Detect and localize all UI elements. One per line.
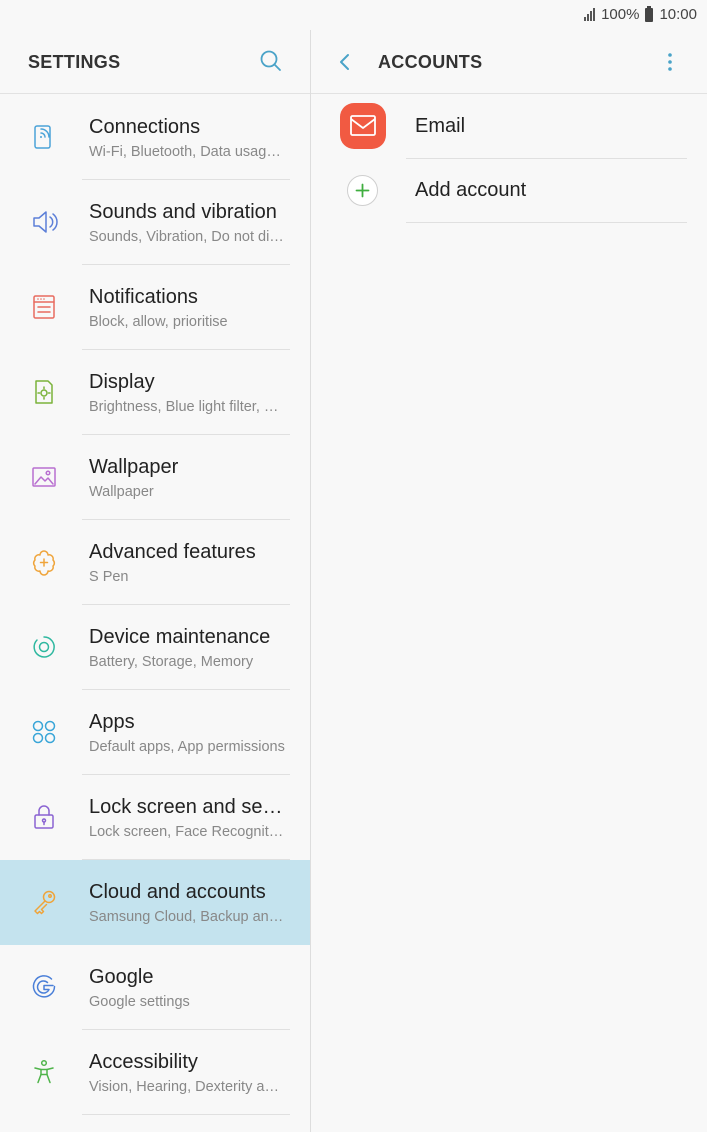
account-item-label: Add account <box>415 179 527 201</box>
accessibility-icon <box>28 1056 60 1088</box>
key-icon <box>28 886 60 918</box>
settings-item-subtitle: Default apps, App permissions <box>89 739 285 755</box>
settings-item-title: Apps <box>89 711 135 733</box>
email-icon <box>340 103 386 149</box>
settings-item-subtitle: Wallpaper <box>89 484 154 500</box>
chevron-left-icon <box>340 54 349 70</box>
settings-item-title: Google <box>89 966 154 988</box>
settings-item-title: Connections <box>89 116 201 138</box>
settings-item-cloud-and-accounts[interactable]: Cloud and accounts Samsung Cloud, Backup … <box>0 860 310 945</box>
settings-item-title: Cloud and accounts <box>89 881 266 903</box>
settings-item-title: Lock screen and security <box>89 796 287 818</box>
account-item-label: Email <box>415 115 466 137</box>
settings-item-title: Sounds and vibration <box>89 201 277 223</box>
settings-title: SETTINGS <box>28 52 121 72</box>
settings-item-subtitle: Sounds, Vibration, Do not disturb <box>89 229 285 245</box>
lock-icon <box>28 801 60 833</box>
settings-item-title: Display <box>89 371 155 393</box>
settings-item-apps[interactable]: Apps Default apps, App permissions <box>0 690 310 775</box>
settings-item-subtitle: S Pen <box>89 569 129 585</box>
settings-item-title: Accessibility <box>89 1051 198 1073</box>
settings-item-subtitle: Wi-Fi, Bluetooth, Data usage, Flight mod… <box>89 144 285 160</box>
status-indicators: 100% 10:00 <box>584 5 697 23</box>
settings-item-accessibility[interactable]: Accessibility Vision, Hearing, Dexterity … <box>0 1030 310 1115</box>
settings-item-advanced-features[interactable]: Advanced features S Pen <box>0 520 310 605</box>
google-icon <box>28 971 60 1003</box>
search-button[interactable] <box>255 46 287 78</box>
advanced-features-icon <box>28 546 60 578</box>
settings-item-title: Advanced features <box>89 541 256 563</box>
more-options-button[interactable] <box>656 48 684 76</box>
accounts-title: ACCOUNTS <box>378 52 483 72</box>
divider <box>406 222 687 223</box>
settings-list: Connections Wi-Fi, Bluetooth, Data usage,… <box>0 95 310 1115</box>
notifications-icon <box>28 291 60 323</box>
connections-icon <box>28 121 60 153</box>
settings-item-subtitle: Samsung Cloud, Backup and restore <box>89 909 285 925</box>
settings-item-subtitle: Battery, Storage, Memory <box>89 654 254 670</box>
settings-item-device-maintenance[interactable]: Device maintenance Battery, Storage, Memo… <box>0 605 310 690</box>
back-button[interactable] <box>331 48 359 76</box>
search-icon <box>260 50 281 71</box>
speaker-icon <box>28 206 60 238</box>
status-bar: 100% 10:00 <box>0 0 707 30</box>
accounts-header: ACCOUNTS <box>311 30 707 94</box>
apps-icon <box>28 716 60 748</box>
settings-item-connections[interactable]: Connections Wi-Fi, Bluetooth, Data usage,… <box>0 95 310 180</box>
settings-item-subtitle: Lock screen, Face Recognition, Fingerpri… <box>89 824 285 840</box>
settings-header: SETTINGS <box>0 30 310 94</box>
settings-item-title: Wallpaper <box>89 456 179 478</box>
plus-icon <box>347 175 378 206</box>
settings-pane: SETTINGS Connections Wi-Fi, Bluetooth, Da… <box>0 30 310 1132</box>
settings-item-title: Device maintenance <box>89 626 271 648</box>
accounts-pane: ACCOUNTS Email Add account <box>311 30 707 1132</box>
clock: 10:00 <box>659 6 697 23</box>
divider <box>82 1114 290 1115</box>
wallpaper-icon <box>28 461 60 493</box>
settings-item-display[interactable]: Display Brightness, Blue light filter, Ho… <box>0 350 310 435</box>
settings-item-sounds-and-vibration[interactable]: Sounds and vibration Sounds, Vibration, D… <box>0 180 310 265</box>
account-item-email[interactable]: Email <box>311 95 707 159</box>
signal-icon <box>584 8 596 21</box>
battery-icon <box>645 5 654 22</box>
display-icon <box>28 376 60 408</box>
settings-item-subtitle: Google settings <box>89 994 190 1010</box>
settings-item-subtitle: Vision, Hearing, Dexterity and interacti… <box>89 1079 285 1095</box>
settings-item-subtitle: Block, allow, prioritise <box>89 314 228 330</box>
settings-item-lock-screen-and-security[interactable]: Lock screen and security Lock screen, Fac… <box>0 775 310 860</box>
battery-percent: 100% <box>601 6 640 23</box>
settings-item-notifications[interactable]: Notifications Block, allow, prioritise <box>0 265 310 350</box>
settings-item-wallpaper[interactable]: Wallpaper Wallpaper <box>0 435 310 520</box>
more-vert-icon <box>668 53 672 71</box>
device-maintenance-icon <box>28 631 60 663</box>
settings-item-subtitle: Brightness, Blue light filter, Home scre… <box>89 399 285 415</box>
add-account-button[interactable]: Add account <box>311 159 707 223</box>
settings-item-title: Notifications <box>89 286 198 308</box>
settings-item-google[interactable]: Google Google settings <box>0 945 310 1030</box>
